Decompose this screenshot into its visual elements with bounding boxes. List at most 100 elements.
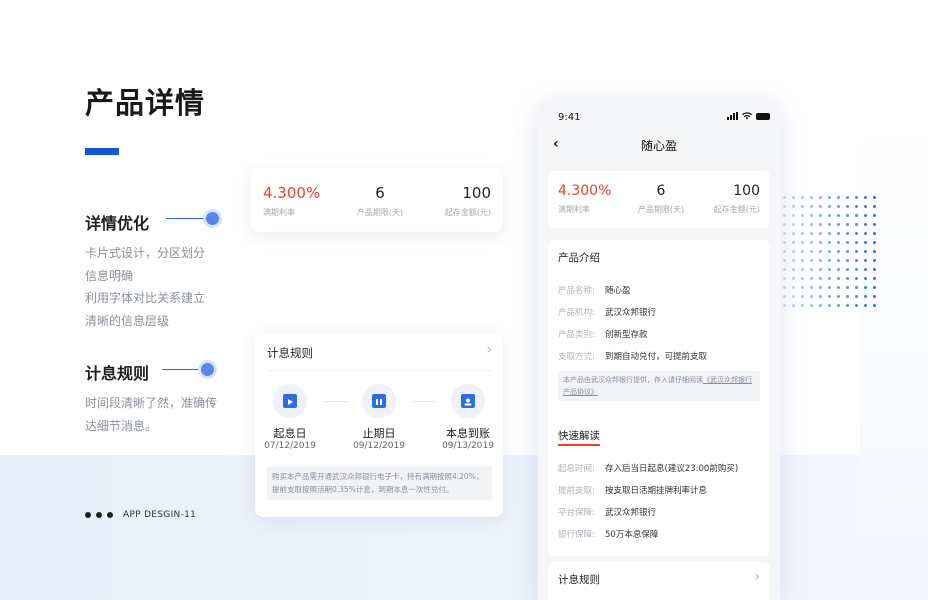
grid-dot xyxy=(783,196,786,199)
grid-dot xyxy=(837,277,840,280)
grid-dot xyxy=(801,259,804,262)
chevron-right-icon[interactable]: › xyxy=(486,342,492,358)
grid-dot xyxy=(855,277,858,280)
grid-dot xyxy=(846,214,849,217)
grid-dot xyxy=(864,232,867,235)
chevron-right-icon[interactable]: › xyxy=(754,569,760,585)
desc-line: 卡片式设计，分区划分 xyxy=(85,246,206,260)
grid-dot xyxy=(846,259,849,262)
grid-dot xyxy=(819,259,822,262)
stat-value: 100 xyxy=(462,184,491,202)
stat-label: 起存金额(元) xyxy=(444,208,491,217)
grid-dot xyxy=(792,250,795,253)
stat-label: 满期利率 xyxy=(263,208,295,217)
stat-rate: 4.300% 满期利率 xyxy=(263,184,320,218)
grid-dot xyxy=(783,268,786,271)
rule-card-title: 计息规则 xyxy=(267,346,313,360)
grid-dot xyxy=(801,304,804,307)
section-desc-detail: 卡片式设计，分区划分 信息明确 利用字体对比关系建立 清晰的信息层级 xyxy=(85,242,205,332)
connector-dot xyxy=(201,363,214,376)
grid-dot xyxy=(819,232,822,235)
step-date: 09/12/2019 xyxy=(353,441,405,451)
grid-dot xyxy=(864,241,867,244)
interest-rule-card[interactable]: 计息规则 › 起息日 07/12/2019 止期日 09/12/2019 本息到… xyxy=(255,333,503,517)
grid-dot xyxy=(801,241,804,244)
grid-dot xyxy=(819,214,822,217)
grid-dot xyxy=(801,205,804,208)
grid-dot xyxy=(873,214,876,217)
grid-dot xyxy=(783,232,786,235)
grid-dot xyxy=(828,286,831,289)
grid-dot xyxy=(855,259,858,262)
grid-dot xyxy=(837,268,840,271)
grid-dot xyxy=(873,223,876,226)
row-key: 产品名称: xyxy=(558,286,595,296)
nav-title: 随心盈 xyxy=(640,139,677,153)
grid-dot xyxy=(783,277,786,280)
grid-dot xyxy=(864,196,867,199)
grid-dot xyxy=(837,259,840,262)
row-value: 存入后当日起息(建议23:00前购买) xyxy=(605,464,739,474)
desc-line: 清晰的信息层级 xyxy=(85,313,170,328)
step-label: 本息到账 xyxy=(446,427,490,440)
grid-dot xyxy=(801,223,804,226)
dot-grid-decoration xyxy=(783,196,882,313)
grid-dot xyxy=(783,304,786,307)
row-key: 起息时间: xyxy=(558,464,595,474)
wifi-icon xyxy=(742,112,752,120)
grid-dot xyxy=(810,286,813,289)
grid-dot xyxy=(828,259,831,262)
grid-dot xyxy=(873,205,876,208)
grid-dot xyxy=(846,205,849,208)
grid-dot xyxy=(873,277,876,280)
grid-dot xyxy=(801,214,804,217)
grid-dot xyxy=(864,205,867,208)
stat-value: 6 xyxy=(656,183,666,199)
battery-icon xyxy=(756,112,770,120)
grid-dot xyxy=(828,214,831,217)
row-value: 随心盈 xyxy=(605,286,631,296)
grid-dot xyxy=(873,295,876,298)
grid-dot xyxy=(855,241,858,244)
grid-dot xyxy=(855,250,858,253)
grid-dot xyxy=(828,295,831,298)
grid-dot xyxy=(792,241,795,244)
phone-stats-card: 4.300% 满期利率 6 产品期限(天) 100 起存金额(元) xyxy=(548,171,770,228)
step-connector xyxy=(411,401,437,402)
row-key: 提前支取: xyxy=(558,486,595,496)
grid-dot xyxy=(828,196,831,199)
stat-value: 4.300% xyxy=(558,183,612,199)
intro-row: 产品机构: 武汉众邦银行 xyxy=(558,306,656,318)
grid-dot xyxy=(792,268,795,271)
grid-dot xyxy=(819,304,822,307)
grid-dot xyxy=(828,304,831,307)
grid-dot xyxy=(810,250,813,253)
stat-term: 6 产品期限(天) xyxy=(634,183,688,215)
stat-value: 4.300% xyxy=(263,184,321,202)
grid-dot xyxy=(801,286,804,289)
row-value: 武汉众邦银行 xyxy=(605,508,657,518)
connector-line xyxy=(162,369,204,370)
grid-dot xyxy=(783,223,786,226)
grid-dot xyxy=(855,295,858,298)
grid-dot xyxy=(792,286,795,289)
grid-dot xyxy=(864,223,867,226)
title-accent-bar xyxy=(85,148,119,155)
page-title: 产品详情 xyxy=(85,86,206,120)
grid-dot xyxy=(819,268,822,271)
step-label: 止期日 xyxy=(362,427,396,440)
grid-dot xyxy=(873,232,876,235)
grid-dot xyxy=(864,286,867,289)
grid-dot xyxy=(801,295,804,298)
step-label: 起息日 xyxy=(273,427,307,440)
step-date: 07/12/2019 xyxy=(264,441,316,451)
grid-dot xyxy=(837,223,840,226)
grid-dot xyxy=(828,205,831,208)
section-title-detail: 详情优化 xyxy=(85,214,150,233)
row-value: 到期自动兑付，可提前支取 xyxy=(605,352,708,362)
row-key: 平台保障: xyxy=(558,508,595,518)
phone-rule-row[interactable]: 计息规则 › xyxy=(548,562,770,600)
step-date: 09/13/2019 xyxy=(442,441,494,451)
grid-dot xyxy=(846,250,849,253)
grid-dot xyxy=(846,241,849,244)
